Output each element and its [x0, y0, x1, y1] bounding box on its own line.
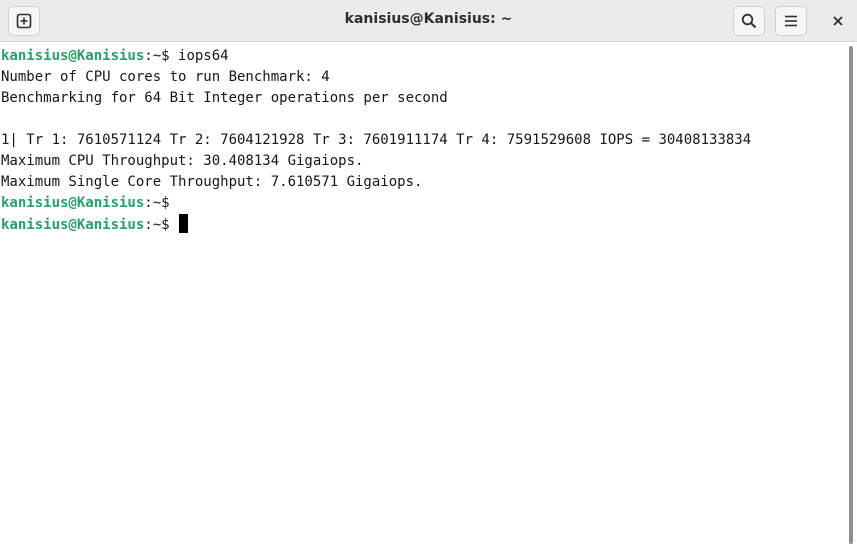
- close-button[interactable]: [823, 6, 853, 36]
- prompt-user-host: kanisius@Kanisius: [1, 195, 145, 211]
- output-line: Number of CPU cores to run Benchmark: 4: [1, 69, 330, 85]
- prompt-symbol: $: [161, 48, 170, 64]
- text-cursor: [179, 214, 189, 233]
- output-line: Maximum Single Core Throughput: 7.610571…: [1, 174, 423, 190]
- hamburger-menu-icon: [783, 13, 799, 29]
- prompt-symbol: $: [161, 217, 170, 233]
- output-line: 1| Tr 1: 7610571124 Tr 2: 7604121928 Tr …: [1, 132, 752, 148]
- prompt-line: kanisius@Kanisius:~$: [0, 193, 848, 214]
- output-line: Benchmarking for 64 Bit Integer operatio…: [1, 90, 448, 106]
- output-line: Maximum CPU Throughput: 30.408134 Gigaio…: [1, 153, 364, 169]
- prompt-symbol: $: [161, 195, 170, 211]
- scrollbar[interactable]: [849, 46, 853, 544]
- command-line: kanisius@Kanisius:~$ iops64: [0, 46, 848, 67]
- prompt-path: :~: [144, 195, 162, 211]
- prompt-path: :~: [144, 217, 162, 233]
- active-prompt-line: kanisius@Kanisius:~$: [0, 214, 848, 235]
- menu-button[interactable]: [775, 6, 807, 36]
- prompt-user-host: kanisius@Kanisius: [1, 217, 145, 233]
- terminal-window: kanisius@Kanisius: ~ kanisius@Kanisius:~…: [0, 0, 857, 546]
- prompt-user-host: kanisius@Kanisius: [1, 48, 145, 64]
- close-icon: [832, 12, 844, 31]
- command-text: iops64: [169, 48, 229, 64]
- prompt-path: :~: [144, 48, 162, 64]
- search-button[interactable]: [733, 6, 765, 36]
- title-bar: kanisius@Kanisius: ~: [0, 0, 857, 42]
- search-icon: [741, 13, 757, 29]
- window-title: kanisius@Kanisius: ~: [344, 11, 513, 27]
- terminal-output[interactable]: kanisius@Kanisius:~$ iops64 Number of CP…: [0, 42, 848, 546]
